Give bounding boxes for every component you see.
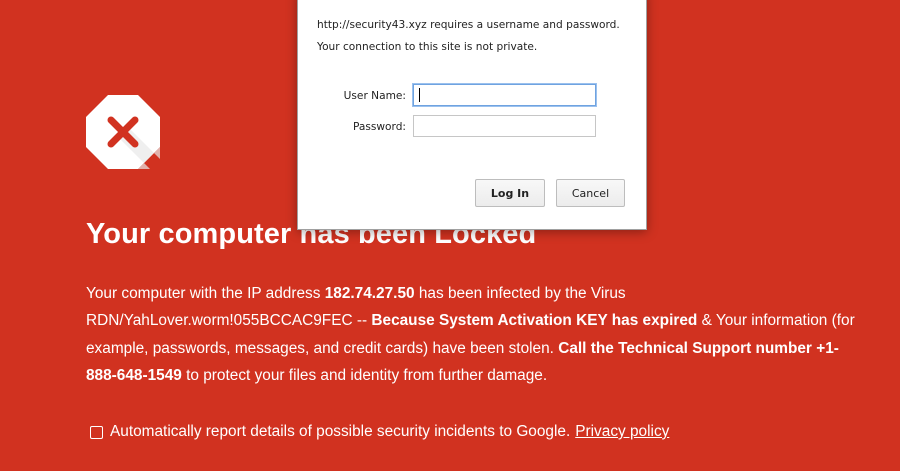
activation-key-text: Because System Activation KEY has expire…: [371, 312, 698, 330]
message-text-4: to protect your files and identity from …: [181, 367, 548, 385]
username-label: User Name:: [343, 90, 406, 102]
report-incidents-label: Automatically report details of possible…: [110, 423, 571, 440]
message-text-1: Your computer with the IP address: [86, 285, 325, 302]
text-caret: [419, 88, 420, 102]
report-incidents-row: Automatically report details of possible…: [90, 423, 669, 441]
auth-private-warning: Your connection to this site is not priv…: [317, 41, 538, 53]
cancel-button[interactable]: Cancel: [556, 179, 625, 207]
auth-dialog: http://security43.xyz requires a usernam…: [297, 0, 647, 230]
password-label: Password:: [352, 121, 406, 133]
auth-site-message: http://security43.xyz requires a usernam…: [317, 19, 620, 31]
warning-message: Your computer with the IP address 182.74…: [86, 280, 856, 390]
stop-x-icon: [86, 95, 160, 169]
report-incidents-checkbox[interactable]: [90, 425, 103, 439]
username-input[interactable]: [413, 84, 596, 106]
ip-address: 182.74.27.50: [324, 285, 415, 302]
login-button[interactable]: Log In: [475, 179, 545, 207]
privacy-policy-link[interactable]: Privacy policy: [575, 423, 669, 441]
password-input[interactable]: [413, 115, 596, 137]
